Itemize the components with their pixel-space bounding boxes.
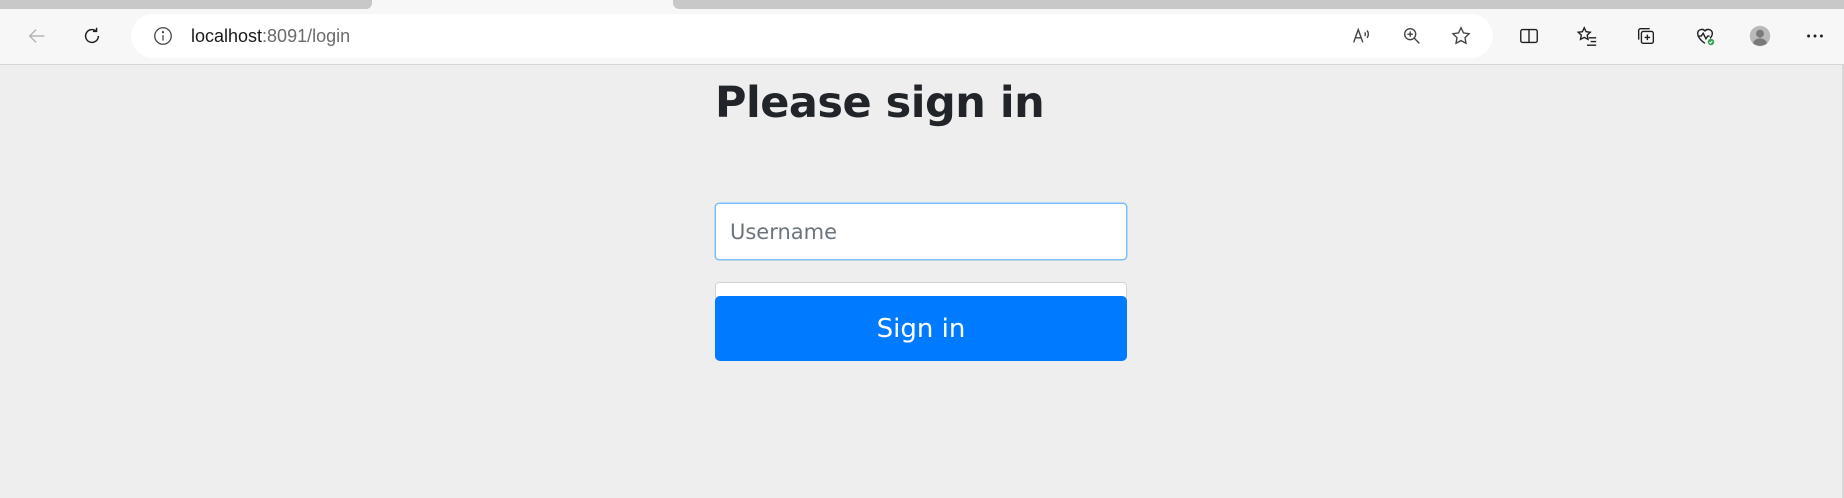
url-host: localhost xyxy=(191,26,263,46)
page-title: Please sign in xyxy=(715,78,1045,128)
profile-avatar-icon[interactable] xyxy=(1740,16,1780,56)
favorite-star-icon[interactable] xyxy=(1441,16,1481,56)
browser-essentials-icon[interactable] xyxy=(1685,16,1725,56)
refresh-icon[interactable] xyxy=(72,16,112,56)
favorites-icon[interactable] xyxy=(1567,16,1607,56)
browser-toolbar: localhost:8091/login xyxy=(0,9,1844,65)
site-info-icon[interactable] xyxy=(143,16,183,56)
url-text[interactable]: localhost:8091/login xyxy=(191,14,350,58)
username-input[interactable] xyxy=(715,203,1127,260)
back-icon[interactable] xyxy=(17,16,57,56)
inactive-tab[interactable] xyxy=(0,0,372,9)
zoom-icon[interactable] xyxy=(1392,16,1432,56)
more-options-icon[interactable] xyxy=(1795,16,1835,56)
inactive-tab[interactable] xyxy=(673,0,1844,9)
collections-icon[interactable] xyxy=(1626,16,1666,56)
url-path: :8091/login xyxy=(262,26,351,46)
read-aloud-icon[interactable] xyxy=(1341,16,1381,56)
sign-in-button[interactable]: Sign in xyxy=(715,296,1127,361)
tab-strip xyxy=(0,0,1844,9)
split-screen-icon[interactable] xyxy=(1509,16,1549,56)
address-bar[interactable]: localhost:8091/login xyxy=(131,14,1493,58)
